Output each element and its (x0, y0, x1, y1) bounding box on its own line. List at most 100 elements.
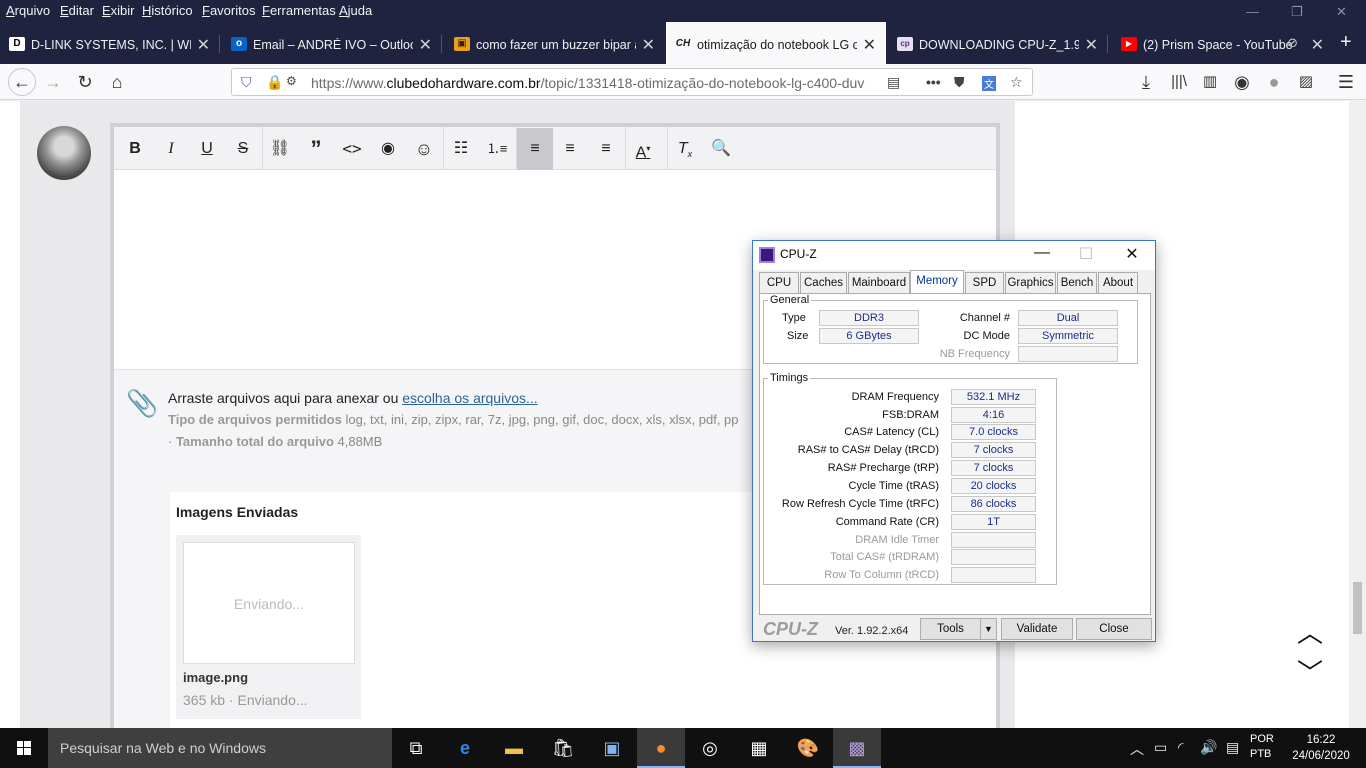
home-icon[interactable]: ⌂ (105, 70, 129, 94)
start-button[interactable] (0, 728, 48, 768)
menu-ferramentas[interactable]: Ferramentas (262, 3, 336, 18)
reader-view-icon[interactable]: ▤ (887, 74, 900, 91)
clock[interactable]: 16:22 24/06/2020 (1290, 732, 1352, 764)
tab-graphics[interactable]: Graphics (1005, 272, 1056, 293)
downloads-icon[interactable]: ⤓ (1134, 70, 1158, 94)
translate-icon[interactable]: 文 (982, 76, 996, 91)
url-text[interactable]: https://www.clubedohardware.com.br/topic… (311, 75, 891, 91)
back-icon[interactable]: ← (8, 68, 36, 96)
tab-otimizacao[interactable]: CH otimização do notebook LG c4 ✕ (666, 22, 886, 64)
code-icon[interactable]: <> (336, 133, 368, 165)
page-scrollbar[interactable] (1349, 101, 1366, 728)
italic-button[interactable]: I (155, 133, 187, 165)
spoiler-eye-icon[interactable]: ◉ (372, 133, 404, 165)
task-view-icon[interactable]: ⧉ (392, 728, 440, 768)
menu-editar[interactable]: Editar (60, 3, 94, 18)
tab-cpuz-download[interactable]: cp DOWNLOADING CPU-Z_1.92-E ✕ (888, 22, 1108, 64)
cpuz-titlebar[interactable]: CPU-Z — ☐ ✕ (753, 241, 1155, 270)
cpuz-taskbar-icon[interactable]: ▩ (833, 728, 881, 768)
tools-button[interactable]: Tools (920, 618, 981, 640)
bullet-list-icon[interactable]: ☷ (445, 133, 477, 165)
firefox-icon[interactable]: ● (637, 728, 685, 768)
control-panel-icon[interactable]: ▣ (588, 728, 636, 768)
url-bar[interactable]: ⛉ 🔒 ⚙ https://www.clubedohardware.com.br… (231, 68, 1033, 96)
lock-icon[interactable]: 🔒 (266, 74, 283, 91)
align-left-icon[interactable]: ≡ (517, 128, 553, 170)
taskbar-search[interactable]: Pesquisar na Web e no Windows (48, 728, 392, 768)
menu-exibir[interactable]: Exibir (102, 3, 135, 18)
library-icon[interactable]: |||\ (1167, 70, 1191, 94)
avatar[interactable] (37, 126, 91, 180)
tab-dlink[interactable]: D D-LINK SYSTEMS, INC. | WIRELESS ✕ (0, 22, 220, 64)
notification-icon[interactable]: ▤ (1226, 739, 1239, 756)
upload-card[interactable]: Enviando... image.png 365 kb · Enviando.… (176, 535, 361, 719)
strikethrough-button[interactable]: S (227, 133, 259, 165)
store-icon[interactable]: 🛍 (539, 728, 587, 768)
menu-ajuda[interactable]: Ajuda (339, 3, 372, 18)
underline-button[interactable]: U (191, 133, 223, 165)
screenshot-icon[interactable]: ▨ (1294, 70, 1318, 94)
language-indicator[interactable]: POR PTB (1250, 732, 1274, 762)
close-button[interactable]: Close (1076, 618, 1152, 640)
tab-youtube[interactable]: ▶ (2) Prism Space - YouTube ⊘ ✕ (1112, 22, 1334, 64)
menu-favoritos[interactable]: Favoritos (202, 3, 255, 18)
paint-icon[interactable]: 🎨 (784, 728, 832, 768)
menu-arquivo[interactable]: Arquivo (6, 3, 50, 18)
hamburger-menu-icon[interactable]: ☰ (1334, 70, 1358, 94)
close-tab-icon[interactable]: ✕ (1085, 35, 1098, 55)
choose-files-link[interactable]: escolha os arquivos... (402, 390, 537, 406)
clear-format-icon[interactable]: Tx (669, 133, 701, 165)
minimize-icon[interactable]: — (1246, 4, 1259, 19)
extension-icon[interactable]: ● (1262, 70, 1286, 94)
edge-icon[interactable]: e (441, 728, 489, 768)
validate-button[interactable]: Validate (1001, 618, 1073, 640)
bookmark-star-icon[interactable]: ☆ (1010, 74, 1023, 91)
scroll-down-chevron-icon[interactable]: ﹀ (1296, 653, 1324, 688)
tab-bench[interactable]: Bench (1057, 272, 1097, 293)
preview-icon[interactable]: 🔍 (705, 133, 737, 165)
align-right-icon[interactable]: ≡ (590, 133, 622, 165)
show-hidden-icons-icon[interactable]: ︿ (1130, 739, 1144, 759)
battery-icon[interactable]: ▭ (1154, 739, 1167, 756)
file-explorer-icon[interactable]: ▬ (490, 728, 538, 768)
close-tab-icon[interactable]: ✕ (197, 35, 210, 55)
close-tab-icon[interactable]: ✕ (1311, 35, 1324, 55)
new-tab-icon[interactable]: + (1340, 31, 1352, 54)
tools-dropdown-icon[interactable]: ▼ (980, 618, 997, 640)
volume-icon[interactable]: 🔊 (1200, 739, 1217, 756)
link-icon[interactable]: ⛓ (264, 133, 296, 165)
menu-historico[interactable]: Histórico (142, 3, 193, 18)
sidebar-icon[interactable]: ▥ (1198, 70, 1222, 94)
tab-spd[interactable]: SPD (965, 272, 1004, 293)
calculator-icon[interactable]: ▦ (735, 728, 783, 768)
tab-caches[interactable]: Caches (800, 272, 847, 293)
reload-icon[interactable]: ↻ (73, 70, 97, 94)
restore-icon[interactable]: ❐ (1291, 4, 1303, 20)
pocket-icon[interactable]: ⛊ (954, 74, 965, 91)
tab-buzzer[interactable]: ▣ como fazer um buzzer bipar ap ✕ (445, 22, 665, 64)
close-window-icon[interactable]: ✕ (1336, 4, 1347, 20)
close-tab-icon[interactable]: ✕ (419, 35, 432, 55)
align-center-icon[interactable]: ≡ (554, 133, 586, 165)
scrollbar-thumb[interactable] (1353, 582, 1362, 634)
mute-tab-icon[interactable]: ⊘ (1287, 35, 1298, 51)
tracking-protection-icon[interactable]: ⛉ (241, 74, 252, 91)
tab-mainboard[interactable]: Mainboard (848, 272, 910, 293)
emoji-icon[interactable]: ☺ (408, 133, 440, 165)
wifi-icon[interactable]: ◜ (1178, 739, 1183, 756)
page-actions-icon[interactable]: ••• (926, 74, 941, 90)
scroll-up-chevron-icon[interactable]: ︿ (1296, 613, 1324, 648)
account-icon[interactable]: ◉ (1230, 70, 1254, 94)
close-tab-icon[interactable]: ✕ (642, 35, 655, 55)
tab-outlook[interactable]: o Email – ANDRÉ IVO – Outlook ✕ (222, 22, 442, 64)
permissions-icon[interactable]: ⚙ (286, 74, 297, 88)
numbered-list-icon[interactable]: ⒈≡ (481, 133, 513, 165)
close-tab-icon[interactable]: ✕ (863, 35, 876, 55)
quote-icon[interactable]: ” (300, 133, 332, 165)
bold-button[interactable]: B (119, 133, 151, 165)
tab-memory[interactable]: Memory (910, 270, 964, 294)
tab-about[interactable]: About (1098, 272, 1138, 293)
forward-icon[interactable]: → (41, 70, 65, 94)
media-player-icon[interactable]: ◎ (686, 728, 734, 768)
tab-cpu[interactable]: CPU (759, 272, 799, 293)
